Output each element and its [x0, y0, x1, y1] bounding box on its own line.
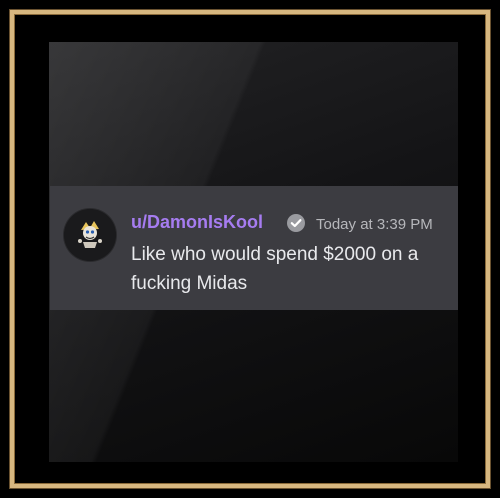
- username[interactable]: u/DamonIsKool: [131, 212, 263, 233]
- avatar[interactable]: [64, 209, 116, 261]
- message-timestamp: Today at 3:39 PM: [316, 216, 433, 233]
- message-text: Like who would spend $2000 on a fucking …: [131, 244, 419, 294]
- verified-check-icon: [286, 213, 306, 233]
- avatar-mascot-icon: [64, 209, 116, 261]
- screen-edge-shadow: [35, 42, 49, 462]
